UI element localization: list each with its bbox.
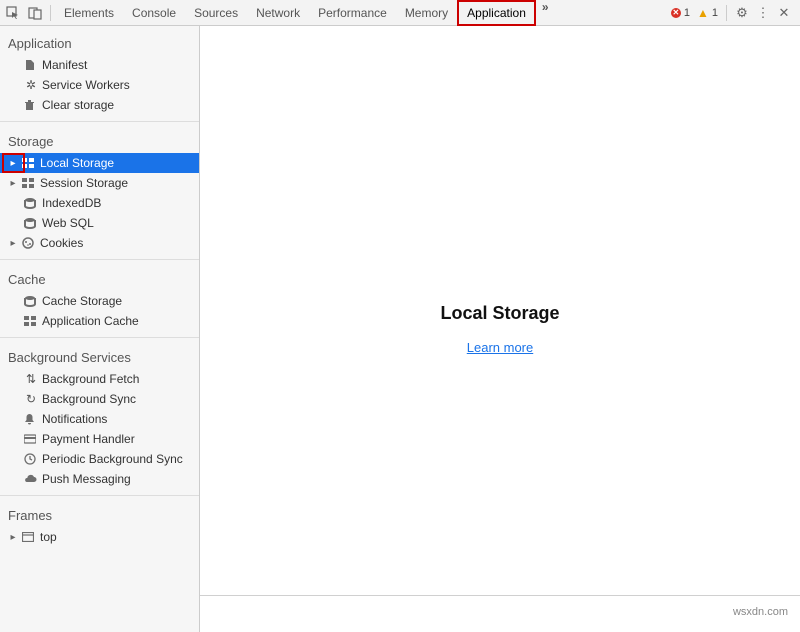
inspect-element-icon[interactable] xyxy=(2,2,24,24)
sidebar-item-label: Background Sync xyxy=(42,392,136,406)
sidebar-item-label: IndexedDB xyxy=(42,196,101,210)
panel-tabs: Elements Console Sources Network Perform… xyxy=(55,0,555,26)
sidebar-item-push-messaging[interactable]: Push Messaging xyxy=(0,469,199,489)
separator xyxy=(0,121,199,122)
sidebar-item-local-storage[interactable]: ▸ Local Storage xyxy=(0,153,199,173)
expand-triangle-icon[interactable]: ▸ xyxy=(8,158,18,169)
expand-triangle-icon[interactable]: ▸ xyxy=(8,178,18,189)
sidebar-item-label: Background Fetch xyxy=(42,372,139,386)
device-toggle-icon[interactable] xyxy=(24,2,46,24)
cloud-icon xyxy=(24,474,38,484)
transfer-icon: ⇅ xyxy=(24,372,38,386)
tab-elements[interactable]: Elements xyxy=(55,0,123,26)
database-icon xyxy=(24,197,38,209)
separator xyxy=(0,495,199,496)
grid-icon xyxy=(24,316,38,326)
separator xyxy=(726,5,727,21)
sidebar-item-label: Application Cache xyxy=(42,314,139,328)
sidebar-item-background-sync[interactable]: ↻ Background Sync xyxy=(0,389,199,409)
panel-heading: Local Storage xyxy=(440,303,559,324)
tab-sources[interactable]: Sources xyxy=(185,0,247,26)
separator xyxy=(50,5,51,21)
sidebar-item-label: Notifications xyxy=(42,412,107,426)
error-count: 1 xyxy=(684,7,690,19)
tab-memory[interactable]: Memory xyxy=(396,0,457,26)
sidebar-item-clear-storage[interactable]: Clear storage xyxy=(0,95,199,115)
separator xyxy=(0,259,199,260)
database-icon xyxy=(24,295,38,307)
watermark-text: wsxdn.com xyxy=(733,606,788,618)
sidebar-item-payment-handler[interactable]: Payment Handler xyxy=(0,429,199,449)
trash-icon xyxy=(24,99,38,111)
more-menu-icon[interactable]: ⋮ xyxy=(753,5,773,21)
tabs-overflow-icon[interactable]: » xyxy=(536,0,555,26)
tab-console[interactable]: Console xyxy=(123,0,185,26)
section-title-cache: Cache xyxy=(0,266,199,291)
section-title-frames: Frames xyxy=(0,502,199,527)
sidebar-item-label: Service Workers xyxy=(42,78,130,92)
sidebar-item-notifications[interactable]: Notifications xyxy=(0,409,199,429)
sidebar-item-cache-storage[interactable]: Cache Storage xyxy=(0,291,199,311)
grid-icon xyxy=(22,158,36,168)
learn-more-link[interactable]: Learn more xyxy=(467,340,533,355)
section-title-application: Application xyxy=(0,30,199,55)
sidebar-item-label: Periodic Background Sync xyxy=(42,452,183,466)
sidebar-item-label: Cache Storage xyxy=(42,294,122,308)
section-title-background-services: Background Services xyxy=(0,344,199,369)
file-icon xyxy=(24,59,38,71)
expand-triangle-icon[interactable]: ▸ xyxy=(8,532,18,543)
tab-application[interactable]: Application xyxy=(457,0,536,26)
database-icon xyxy=(24,217,38,229)
sidebar-item-label: Session Storage xyxy=(40,176,128,190)
divider xyxy=(200,595,800,596)
sidebar-item-label: Local Storage xyxy=(40,156,114,170)
error-indicator[interactable]: ✕ 1 xyxy=(668,7,693,19)
bell-icon xyxy=(24,413,38,425)
sidebar-item-indexeddb[interactable]: IndexedDB xyxy=(0,193,199,213)
tab-performance[interactable]: Performance xyxy=(309,0,396,26)
grid-icon xyxy=(22,178,36,188)
sidebar-item-service-workers[interactable]: ✲ Service Workers xyxy=(0,75,199,95)
sync-icon: ↻ xyxy=(24,392,38,406)
devtools-toolbar: Elements Console Sources Network Perform… xyxy=(0,0,800,26)
sidebar-item-manifest[interactable]: Manifest xyxy=(0,55,199,75)
sidebar-item-periodic-background-sync[interactable]: Periodic Background Sync xyxy=(0,449,199,469)
sidebar-item-application-cache[interactable]: Application Cache xyxy=(0,311,199,331)
warning-indicator[interactable]: ▲ 1 xyxy=(694,6,721,20)
settings-icon[interactable]: ⚙ xyxy=(732,5,752,21)
sidebar-item-label: Push Messaging xyxy=(42,472,131,486)
error-icon: ✕ xyxy=(671,8,681,18)
sidebar-item-frame-top[interactable]: ▸ top xyxy=(0,527,199,547)
warning-icon: ▲ xyxy=(697,6,709,20)
sidebar-item-label: Cookies xyxy=(40,236,83,250)
close-devtools-icon[interactable]: ✕ xyxy=(774,5,794,21)
section-title-storage: Storage xyxy=(0,128,199,153)
card-icon xyxy=(24,434,38,444)
expand-triangle-icon[interactable]: ▸ xyxy=(8,238,18,249)
sidebar-item-label: Web SQL xyxy=(42,216,94,230)
sidebar-item-cookies[interactable]: ▸ Cookies xyxy=(0,233,199,253)
clock-icon xyxy=(24,453,38,465)
cookie-icon xyxy=(22,237,36,249)
separator xyxy=(0,337,199,338)
main-panel: Local Storage Learn more wsxdn.com xyxy=(200,26,800,632)
sidebar-item-session-storage[interactable]: ▸ Session Storage xyxy=(0,173,199,193)
warning-count: 1 xyxy=(712,7,718,19)
sidebar-item-web-sql[interactable]: Web SQL xyxy=(0,213,199,233)
sidebar-item-background-fetch[interactable]: ⇅ Background Fetch xyxy=(0,369,199,389)
application-sidebar: Application Manifest ✲ Service Workers C… xyxy=(0,26,200,632)
sidebar-item-label: top xyxy=(40,530,57,544)
frame-icon xyxy=(22,532,36,542)
sidebar-item-label: Manifest xyxy=(42,58,87,72)
tab-network[interactable]: Network xyxy=(247,0,309,26)
sidebar-item-label: Clear storage xyxy=(42,98,114,112)
sidebar-item-label: Payment Handler xyxy=(42,432,135,446)
gear-icon: ✲ xyxy=(24,78,38,92)
